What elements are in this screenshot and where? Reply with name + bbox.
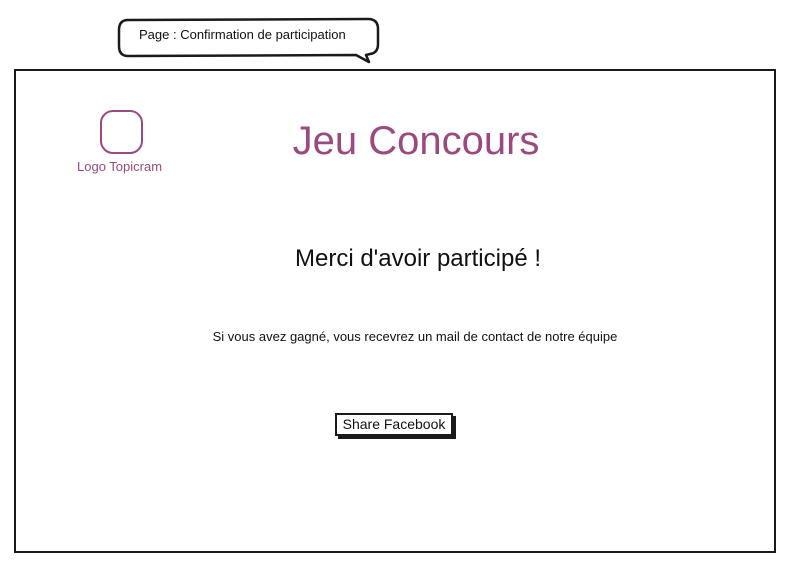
wireframe-canvas: Page : Confirmation de participation Log… — [0, 0, 800, 576]
share-facebook-button[interactable]: Share Facebook — [335, 413, 453, 436]
page-label-text: Page : Confirmation de participation — [139, 27, 346, 42]
page-title: Jeu Concours — [292, 119, 540, 163]
confirmation-heading: Merci d'avoir participé ! — [295, 245, 541, 272]
confirmation-info-text: Si vous avez gagné, vous recevrez un mai… — [212, 329, 618, 344]
